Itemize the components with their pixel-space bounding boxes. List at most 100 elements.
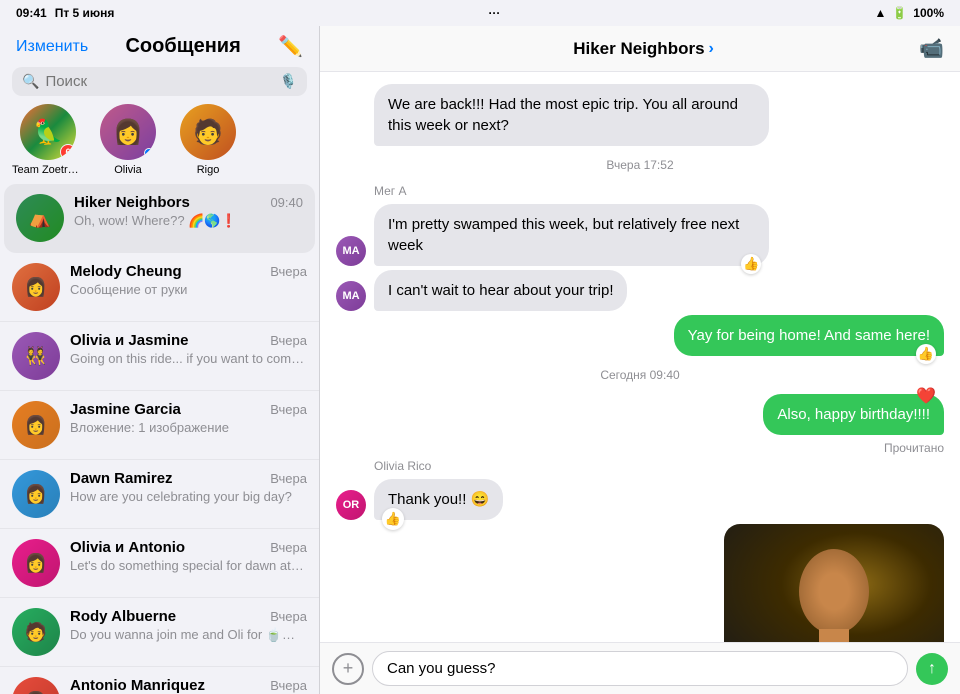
msg-avatar-meg: MA	[336, 236, 366, 266]
avatar-label-olivia: Olivia	[114, 164, 142, 176]
status-bar-right: ▲ 🔋 100%	[874, 6, 944, 20]
chat-panel: Hiker Neighbors › 📹 We are back!!! Had t…	[320, 26, 960, 694]
sidebar: Изменить Сообщения ✏️ 🔍 🎙️ 🦜 6 🤩 What a …	[0, 26, 320, 694]
msg-row-5: Also, happy birthday!!!! ❤️	[336, 394, 944, 435]
status-bar-center: ···	[488, 6, 500, 20]
conv-content-antonio: Antonio Manriquez Вчера	[70, 677, 307, 694]
sidebar-title: Сообщения	[125, 35, 240, 58]
conv-time-hiker: 09:40	[270, 195, 303, 210]
timestamp-today: Сегодня 09:40	[336, 368, 944, 382]
bubble-3: I can't wait to hear about your trip!	[374, 270, 627, 311]
status-bar: 09:41 Пт 5 июня ··· ▲ 🔋 100%	[0, 0, 960, 26]
conv-preview-rody: Do you wanna join me and Oli for 🍵☕🔍 bre…	[70, 627, 307, 643]
bubble-5: Also, happy birthday!!!! ❤️	[763, 394, 944, 435]
thumbsup-sent-reaction: 👍	[916, 344, 936, 364]
thumbsup-reaction: 👍	[741, 254, 761, 274]
msg-row-2: MA I'm pretty swamped this week, but rel…	[336, 204, 944, 266]
conv-item-olivia-j[interactable]: 👯 Olivia и Jasmine Вчера Going on this r…	[0, 322, 319, 391]
status-bar-left: 09:41 Пт 5 июня	[16, 6, 114, 20]
message-input[interactable]	[372, 651, 908, 686]
conv-name-dawn: Dawn Ramirez	[70, 470, 173, 487]
conv-name-antonio: Antonio Manriquez	[70, 677, 205, 694]
conv-avatar-olivia-a: 👩	[12, 539, 60, 587]
search-input[interactable]	[45, 73, 273, 90]
battery-percent: 100%	[913, 6, 944, 20]
conv-time-olivia-a: Вчера	[270, 540, 307, 555]
conv-item-rody[interactable]: 🧑 Rody Albuerne Вчера Do you wanna join …	[0, 598, 319, 667]
sidebar-header: Изменить Сообщения ✏️	[0, 26, 319, 63]
chat-header: Hiker Neighbors › 📹	[320, 26, 960, 72]
conv-item-melody[interactable]: 👩 Melody Cheung Вчера Сообщение от руки	[0, 253, 319, 322]
conv-content-hiker: Hiker Neighbors 09:40 Oh, wow! Where?? 🌈…	[74, 194, 303, 229]
avatar-label-rigo: Rigo	[197, 164, 220, 176]
mic-icon: 🎙️	[280, 73, 297, 90]
conv-avatar-olivia-j: 👯	[12, 332, 60, 380]
app-container: Изменить Сообщения ✏️ 🔍 🎙️ 🦜 6 🤩 What a …	[0, 26, 960, 694]
bubble-1: We are back!!! Had the most epic trip. Y…	[374, 84, 769, 146]
conv-time-rody: Вчера	[270, 609, 307, 624]
avatar-rigo: 🧑	[180, 104, 236, 160]
time: 09:41	[16, 6, 47, 20]
conv-content-rody: Rody Albuerne Вчера Do you wanna join me…	[70, 608, 307, 643]
edit-button[interactable]: Изменить	[16, 38, 88, 56]
conv-name-hiker: Hiker Neighbors	[74, 194, 190, 211]
bubble-2: I'm pretty swamped this week, but relati…	[374, 204, 769, 266]
conv-content-dawn: Dawn Ramirez Вчера How are you celebrati…	[70, 470, 307, 504]
team-badge: 6	[60, 144, 76, 160]
compose-button[interactable]: ✏️	[278, 34, 303, 59]
conv-item-olivia-a[interactable]: 👩 Olivia и Antonio Вчера Let's do someth…	[0, 529, 319, 598]
search-icon: 🔍	[22, 73, 39, 90]
avatar-olivia: 👩	[100, 104, 156, 160]
plus-button[interactable]: +	[332, 653, 364, 685]
conv-name-rody: Rody Albuerne	[70, 608, 176, 625]
msg-row-video	[336, 524, 944, 642]
bubble-6: Thank you!! 😄 👍	[374, 479, 503, 520]
avatar-label-team: Team Zoetrope	[12, 164, 84, 176]
avatar-item-team[interactable]: 🦜 6 🤩 What a lovely day, sunshine! Team …	[12, 104, 84, 176]
conv-name-olivia-a: Olivia и Antonio	[70, 539, 185, 556]
video-call-button[interactable]: 📹	[919, 36, 944, 61]
conv-time-melody: Вчера	[270, 264, 307, 279]
msg-avatar-meg-2: MA	[336, 281, 366, 311]
conv-preview-melody: Сообщение от руки	[70, 282, 307, 297]
avatar-row: 🦜 6 🤩 What a lovely day, sunshine! Team …	[0, 104, 319, 184]
sender-label-olivia-r: Olivia Rico	[336, 459, 944, 473]
conv-item-dawn[interactable]: 👩 Dawn Ramirez Вчера How are you celebra…	[0, 460, 319, 529]
timestamp-yesterday: Вчера 17:52	[336, 158, 944, 172]
conv-preview-jasmine: Вложение: 1 изображение	[70, 420, 307, 435]
conv-preview-olivia-a: Let's do something special for dawn at t…	[70, 558, 307, 573]
wifi-icon: ▲	[874, 6, 886, 20]
msg-row-6: OR Thank you!! 😄 👍	[336, 479, 944, 520]
msg-avatar-olivia-r: OR	[336, 490, 366, 520]
online-dot	[144, 148, 154, 158]
bubble-4: Yay for being home! And same here! 👍	[674, 315, 944, 356]
conv-content-jasmine: Jasmine Garcia Вчера Вложение: 1 изображ…	[70, 401, 307, 435]
sender-label-meg: Мег А	[336, 184, 944, 198]
conv-content-olivia-a: Olivia и Antonio Вчера Let's do somethin…	[70, 539, 307, 573]
battery-icon: 🔋	[892, 6, 907, 20]
day: Пт 5 июня	[55, 6, 115, 20]
conv-time-antonio: Вчера	[270, 678, 307, 693]
conversation-list: ⛺ Hiker Neighbors 09:40 Oh, wow! Where??…	[0, 184, 319, 694]
conv-name-melody: Melody Cheung	[70, 263, 182, 280]
input-bar: + ↑	[320, 642, 960, 694]
conv-name-olivia-j: Olivia и Jasmine	[70, 332, 188, 349]
video-thumbnail[interactable]	[724, 524, 944, 642]
conv-item-antonio[interactable]: 👦 Antonio Manriquez Вчера	[0, 667, 319, 694]
conv-preview-hiker: Oh, wow! Where?? 🌈🌎❗️	[74, 213, 303, 229]
conv-time-jasmine: Вчера	[270, 402, 307, 417]
search-bar[interactable]: 🔍 🎙️	[12, 67, 307, 96]
conv-avatar-melody: 👩	[12, 263, 60, 311]
chat-title[interactable]: Hiker Neighbors ›	[573, 39, 714, 59]
conv-item-hiker[interactable]: ⛺ Hiker Neighbors 09:40 Oh, wow! Where??…	[4, 184, 315, 253]
conv-time-dawn: Вчера	[270, 471, 307, 486]
conv-item-jasmine[interactable]: 👩 Jasmine Garcia Вчера Вложение: 1 изобр…	[0, 391, 319, 460]
send-button[interactable]: ↑	[916, 653, 948, 685]
avatar-item-olivia[interactable]: 👩 Olivia	[92, 104, 164, 176]
chat-title-text: Hiker Neighbors	[573, 39, 704, 59]
conv-avatar-antonio: 👦	[12, 677, 60, 694]
avatar-item-rigo[interactable]: 🧑 Rigo	[172, 104, 244, 176]
messages-area: We are back!!! Had the most epic trip. Y…	[320, 72, 960, 642]
conv-content-melody: Melody Cheung Вчера Сообщение от руки	[70, 263, 307, 297]
conv-preview-olivia-j: Going on this ride... if you want to com…	[70, 351, 307, 366]
